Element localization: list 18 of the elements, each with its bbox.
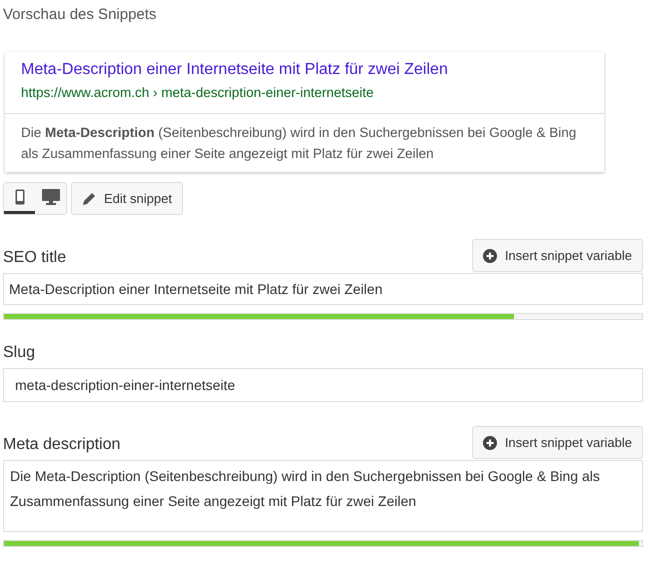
preview-title[interactable]: Meta-Description einer Internetseite mit Platz für zwei Zeilen xyxy=(21,60,588,80)
insert-variable-button[interactable]: Insert snippet variable xyxy=(472,426,643,459)
field-label: SEO title xyxy=(3,249,66,268)
preview-url: https://www.acrom.ch › meta-description-einer-internetseite xyxy=(21,84,375,102)
pencil-icon xyxy=(82,192,96,206)
phone-icon xyxy=(14,189,24,205)
plus-circle-icon xyxy=(482,248,497,262)
preview-description: Die Meta-Description (Seitenbeschreibung) wird in den Suchergebnissen bei Google & Bing als Zusammenfassung einer Seite angezeigt mit Platz für zwei Zeilen xyxy=(20,124,578,163)
plus-circle-icon xyxy=(482,436,497,450)
insert-variable-button[interactable]: Insert snippet variable xyxy=(472,239,643,272)
monitor-icon xyxy=(42,189,60,205)
edit-snippet-button[interactable]: Edit snippet xyxy=(71,182,183,215)
field-label: Meta description xyxy=(3,436,120,455)
description-field[interactable]: Die Meta-Description (Seitenbeschreibung) wird in den Suchergebnissen bei Google & Bing als Zusammenfassung einer Seite angezeigt mit Platz für zwei Zeilen xyxy=(3,460,643,532)
field-label: Slug xyxy=(3,344,36,363)
text-field[interactable]: meta-description-einer-internetseite xyxy=(3,368,643,402)
text-field[interactable]: Meta-Description einer Internetseite mit Platz für zwei Zeilen xyxy=(3,273,643,305)
section-heading: Vorschau des Snippets xyxy=(3,5,158,25)
